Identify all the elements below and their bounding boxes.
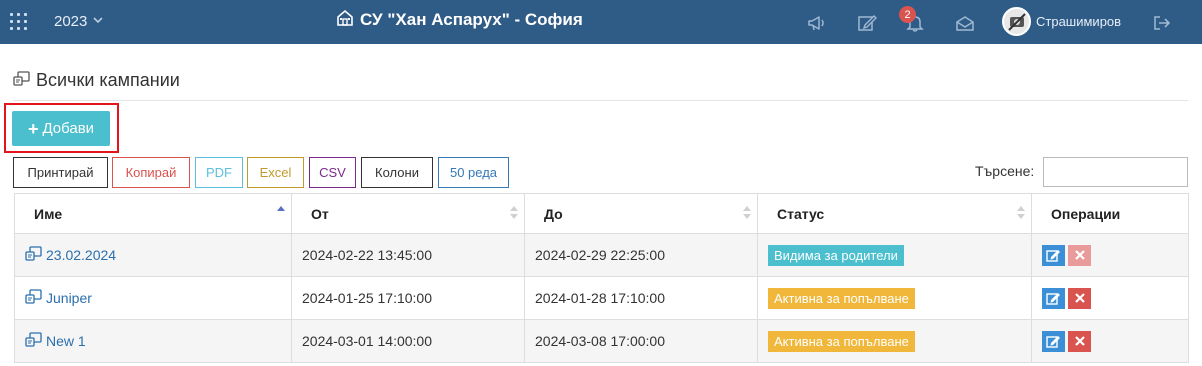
column-header-status[interactable]: Статус	[757, 193, 1032, 234]
column-header-name[interactable]: Име	[14, 193, 292, 234]
search-input[interactable]	[1043, 157, 1188, 187]
year-selector[interactable]: 2023	[54, 11, 103, 31]
add-button[interactable]: + Добави	[12, 111, 110, 146]
copy-label: Копирай	[125, 165, 177, 180]
apps-grid-icon[interactable]	[10, 13, 28, 31]
megaphone-icon[interactable]	[806, 12, 828, 34]
page-length-label: 50 реда	[449, 165, 498, 180]
edit-button[interactable]	[1042, 287, 1065, 309]
page-title-text: Всички кампании	[36, 69, 180, 90]
chevron-down-icon	[93, 15, 103, 27]
page-length-button[interactable]: 50 реда	[438, 157, 509, 188]
table-header-row: Име От До Статус Операции	[14, 193, 1189, 234]
cell-to: 2024-03-08 17:00:00	[524, 319, 758, 363]
envelope-icon[interactable]	[954, 12, 976, 34]
columns-button[interactable]: Колони	[361, 157, 433, 188]
campaign-icon	[25, 332, 42, 350]
cell-from: 2024-03-01 14:00:00	[291, 319, 525, 363]
cell-to: 2024-02-29 22:25:00	[524, 233, 758, 277]
edit-button[interactable]	[1042, 330, 1065, 352]
csv-button[interactable]: CSV	[309, 157, 356, 188]
column-header-to[interactable]: До	[524, 193, 758, 234]
delete-button[interactable]	[1068, 244, 1091, 266]
status-badge: Активна за попълване	[768, 287, 915, 309]
delete-button[interactable]	[1068, 287, 1091, 309]
csv-label: CSV	[319, 165, 346, 180]
school-icon	[336, 9, 354, 32]
cell-from: 2024-01-25 17:10:00	[291, 276, 525, 320]
delete-button[interactable]	[1068, 330, 1091, 352]
school-name: СУ "Хан Аспарух" - София	[360, 10, 583, 29]
username[interactable]: Страшимиров	[1036, 14, 1121, 29]
page-title: Всички кампании	[13, 69, 180, 91]
excel-label: Excel	[259, 165, 292, 180]
sort-icon	[510, 206, 518, 220]
campaigns-table: Име От До Статус Операции 23.02.2024 202…	[14, 193, 1189, 363]
top-navbar: 2023 СУ "Хан Аспарух" - София 2 Страшими…	[0, 0, 1202, 44]
pdf-button[interactable]: PDF	[195, 157, 243, 188]
pdf-label: PDF	[206, 165, 232, 180]
avatar[interactable]	[1002, 7, 1031, 36]
notification-badge: 2	[899, 6, 916, 23]
edit-button[interactable]	[1042, 244, 1065, 266]
table-row: 23.02.2024 2024-02-22 13:45:00 2024-02-2…	[14, 233, 1189, 277]
print-button[interactable]: Принтирай	[13, 157, 108, 188]
column-header-from[interactable]: От	[291, 193, 525, 234]
status-badge: Активна за попълване	[768, 330, 915, 352]
plus-icon: +	[27, 118, 39, 139]
campaign-icon	[25, 289, 42, 307]
title-divider	[13, 100, 1188, 101]
status-badge: Видима за родители	[768, 244, 904, 266]
sort-asc-icon	[277, 206, 285, 220]
search-label: Търсене:	[975, 163, 1035, 179]
columns-label: Колони	[375, 165, 419, 180]
school-title: СУ "Хан Аспарух" - София	[336, 9, 583, 31]
table-row: New 1 2024-03-01 14:00:00 2024-03-08 17:…	[14, 319, 1189, 363]
copy-button[interactable]: Копирай	[112, 157, 190, 188]
cell-to: 2024-01-28 17:10:00	[524, 276, 758, 320]
cell-from: 2024-02-22 13:45:00	[291, 233, 525, 277]
edit-icon[interactable]	[856, 12, 878, 34]
logout-icon[interactable]	[1151, 12, 1173, 34]
campaign-link[interactable]: Juniper	[25, 289, 92, 307]
sort-icon	[743, 206, 751, 220]
year-value: 2023	[54, 12, 88, 30]
table-row: Juniper 2024-01-25 17:10:00 2024-01-28 1…	[14, 276, 1189, 320]
campaign-link[interactable]: 23.02.2024	[25, 246, 116, 264]
column-header-operations: Операции	[1031, 193, 1189, 234]
campaign-icon	[13, 70, 30, 91]
print-label: Принтирай	[27, 165, 94, 180]
campaign-link[interactable]: New 1	[25, 332, 86, 350]
add-button-label: Добави	[42, 120, 95, 137]
excel-button[interactable]: Excel	[247, 157, 304, 188]
campaign-icon	[25, 246, 42, 264]
sort-icon	[1017, 206, 1025, 220]
